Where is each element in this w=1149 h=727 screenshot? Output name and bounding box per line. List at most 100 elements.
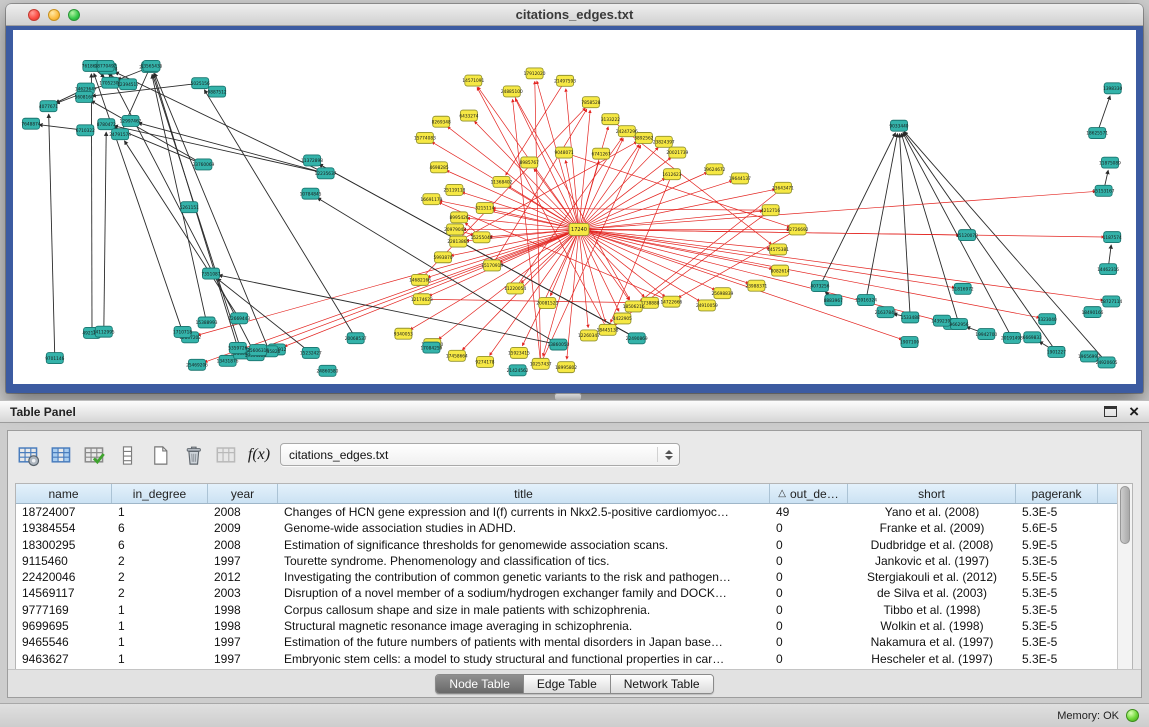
network-node[interactable]: 18995802	[555, 362, 577, 373]
network-node[interactable]: 3323040	[1038, 314, 1057, 325]
function-builder-icon[interactable]: f(x)	[247, 443, 271, 467]
network-node[interactable]: 15170919	[481, 260, 503, 271]
network-node[interactable]: 21424562	[507, 365, 529, 376]
network-node[interactable]: 24860580	[317, 365, 339, 376]
network-node[interactable]: 14575381	[767, 244, 789, 255]
table-row[interactable]: 1456911722003Disruption of a novel membe…	[16, 585, 1116, 601]
network-node[interactable]: 3215114	[475, 203, 494, 214]
network-node[interactable]: 19942700	[975, 329, 997, 340]
network-node[interactable]: 24910059	[696, 300, 718, 311]
network-node[interactable]: 1398330	[1103, 83, 1122, 94]
network-node[interactable]: 14462316	[1097, 264, 1119, 275]
network-node[interactable]: 11368402	[491, 176, 513, 187]
network-node[interactable]: 18445138	[597, 324, 619, 335]
network-node[interactable]: 12260347	[578, 330, 600, 341]
network-node[interactable]: 18770497	[95, 60, 117, 71]
network-node[interactable]: 8995426	[450, 212, 469, 223]
network-node[interactable]: 5025156	[191, 78, 210, 89]
table-row[interactable]: 911546021997Tourette syndrome. Phenomeno…	[16, 553, 1116, 569]
row-height-icon[interactable]	[115, 443, 139, 467]
network-node[interactable]: 25119118	[444, 184, 466, 195]
network-node[interactable]: 15923415	[508, 347, 530, 358]
network-node[interactable]: 23824397	[653, 136, 675, 147]
network-node[interactable]: 17084259	[420, 342, 442, 353]
table-row[interactable]: 1872400712008Changes of HCN gene express…	[16, 504, 1116, 520]
network-node[interactable]: 5261151	[180, 202, 199, 213]
network-node[interactable]: 24885100	[501, 86, 523, 97]
network-node[interactable]: 18490166	[1082, 307, 1104, 318]
zoom-window-button[interactable]	[68, 9, 80, 21]
network-node[interactable]: 6433274	[459, 110, 478, 121]
network-node[interactable]: 6710322	[76, 125, 95, 136]
network-node[interactable]: 25698839	[712, 288, 734, 299]
network-node[interactable]: 10257437	[530, 358, 552, 369]
network-node[interactable]: 24247296	[616, 126, 638, 137]
network-node[interactable]: 1901227	[1047, 347, 1066, 358]
table-row[interactable]: 969969511998Structural magnetic resonanc…	[16, 618, 1116, 634]
network-node[interactable]: 24791574	[109, 129, 131, 140]
tab-edge-table[interactable]: Edge Table	[524, 675, 611, 693]
network-canvas[interactable]: 2272669214575381808261423988371256988392…	[13, 30, 1136, 384]
network-node[interactable]: 20068537	[345, 333, 367, 344]
close-panel-icon[interactable]: ×	[1129, 406, 1139, 418]
network-node[interactable]: 8780472	[97, 119, 116, 130]
network-node[interactable]: 20081523	[536, 298, 558, 309]
create-column-icon[interactable]	[148, 443, 172, 467]
network-node[interactable]: 11220054	[504, 283, 526, 294]
network-node[interactable]: 20191498	[1001, 332, 1023, 343]
tab-network-table[interactable]: Network Table	[611, 675, 713, 693]
table-row[interactable]: 1830029562008Estimation of significance …	[16, 537, 1116, 553]
network-node[interactable]: 21637849	[875, 307, 897, 318]
column-header-name[interactable]: name	[16, 484, 112, 503]
network-node[interactable]: 12174623	[411, 294, 433, 305]
network-node[interactable]: 9048071	[555, 147, 574, 158]
column-header-in_degree[interactable]: in_degree	[112, 484, 208, 503]
network-node[interactable]: 8269348	[432, 116, 451, 127]
table-row[interactable]: 1938455462009Genome-wide association stu…	[16, 520, 1116, 536]
network-node[interactable]: 15232427	[300, 347, 322, 358]
network-node[interactable]: 18625571	[1086, 128, 1108, 139]
column-header-title[interactable]: title	[278, 484, 770, 503]
network-node[interactable]: 20021739	[666, 147, 688, 158]
network-node[interactable]: 8985767	[520, 157, 539, 168]
tab-node-table[interactable]: Node Table	[436, 675, 524, 693]
edit-table-icon[interactable]	[82, 443, 106, 467]
minimize-window-button[interactable]	[48, 9, 60, 21]
network-node[interactable]: 9033440	[889, 120, 908, 131]
table-row[interactable]: 946362711997Embryonic stem cells: a mode…	[16, 651, 1116, 667]
network-node[interactable]: 13565435	[141, 60, 163, 71]
table-select-dropdown[interactable]: citations_edges.txt	[280, 443, 680, 466]
network-node[interactable]: 17458664	[446, 350, 468, 361]
network-node[interactable]: 22726692	[787, 224, 809, 235]
network-node[interactable]: 15916324	[855, 295, 877, 306]
network-node[interactable]: 14112995	[93, 326, 115, 337]
network-node[interactable]: 11875089	[1099, 157, 1121, 168]
network-node[interactable]: 1533488	[901, 312, 920, 323]
network-node[interactable]: 15120078	[956, 230, 978, 241]
network-node[interactable]: 6741267	[592, 148, 611, 159]
network-node[interactable]: 12394517	[117, 79, 139, 90]
network-node[interactable]: 7351087	[201, 268, 220, 279]
network-node[interactable]: 22813865	[447, 236, 469, 247]
network-node[interactable]: 4212716	[761, 205, 780, 216]
column-header-short[interactable]: short	[848, 484, 1016, 503]
network-node[interactable]: 25606316	[247, 345, 269, 356]
network-node[interactable]: 24920605	[1096, 357, 1118, 368]
table-row[interactable]: 977716911998Corpus callosum shape and si…	[16, 602, 1116, 618]
network-node[interactable]: 8082614	[771, 265, 790, 276]
network-node[interactable]: 19644137	[729, 173, 751, 184]
network-node[interactable]: 15153167	[1093, 185, 1115, 196]
float-panel-icon[interactable]	[1104, 406, 1117, 417]
delete-column-icon[interactable]	[181, 443, 205, 467]
network-node[interactable]: 14682166	[409, 274, 431, 285]
network-node[interactable]: 13860050	[547, 339, 569, 350]
network-node[interactable]: 5359726	[228, 342, 247, 353]
network-node[interactable]: 21497593	[554, 75, 576, 86]
network-node[interactable]: 20979043	[444, 224, 466, 235]
network-node[interactable]: 13643471	[772, 182, 794, 193]
table-row[interactable]: 2242004622012Investigating the contribut…	[16, 569, 1116, 585]
network-node[interactable]: 3892562	[634, 133, 653, 144]
network-node[interactable]: 9662956	[949, 319, 968, 330]
network-node[interactable]: 10784845	[300, 188, 322, 199]
network-hub-node[interactable]: 17240	[569, 223, 589, 235]
